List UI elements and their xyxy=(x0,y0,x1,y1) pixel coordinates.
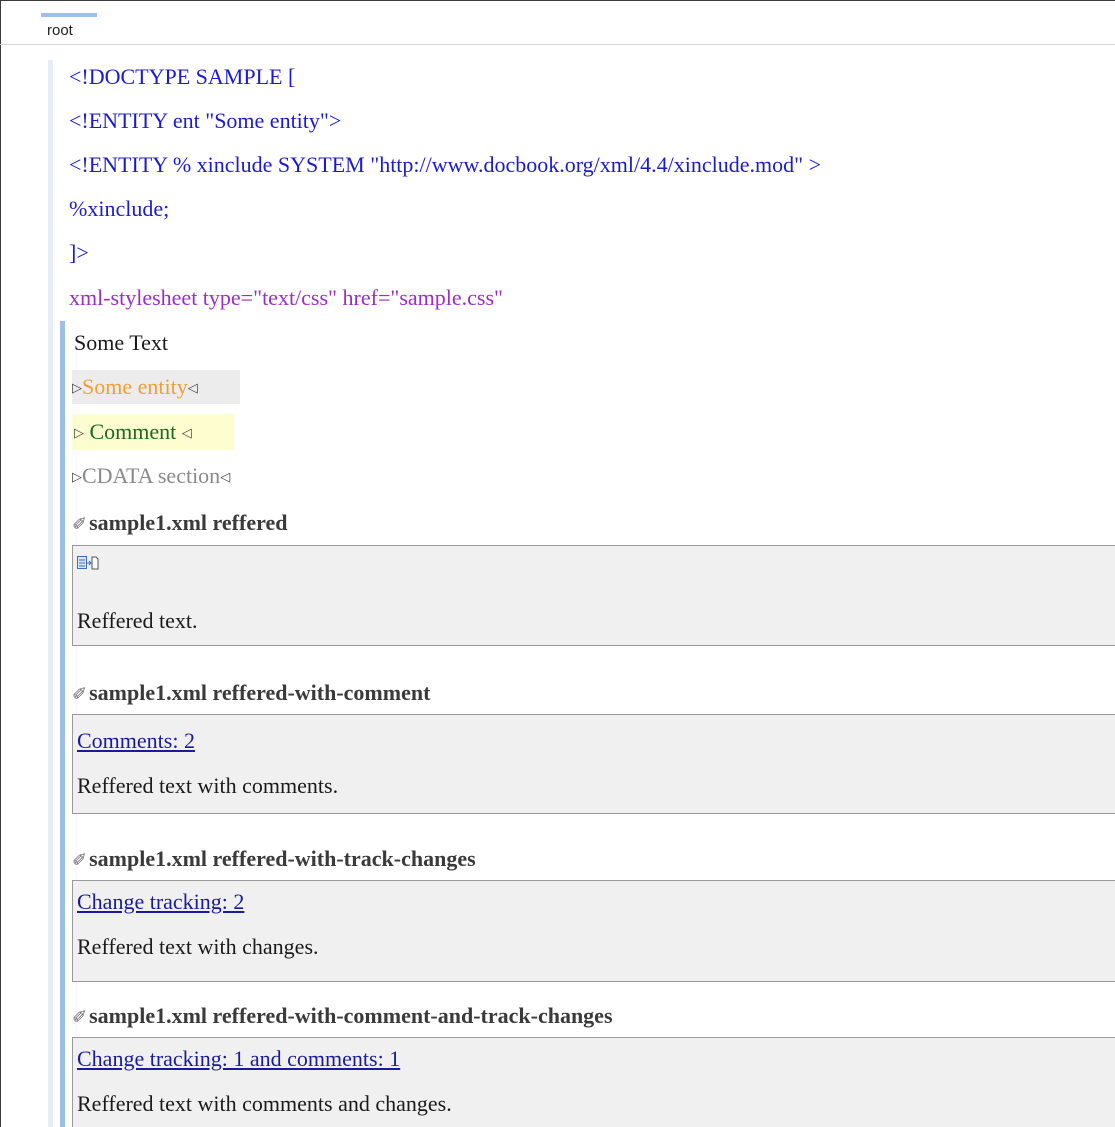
xinclude-content-box: Change tracking: 1 and comments: 1 Reffe… xyxy=(72,1037,1115,1127)
processing-instruction[interactable]: xml-stylesheet type="text/css" href="sam… xyxy=(69,285,503,311)
xinclude-text: Reffered text. xyxy=(77,608,198,633)
breadcrumb-divider xyxy=(0,44,1115,45)
entity-reference[interactable]: ▷Some entity◁ xyxy=(72,374,198,402)
right-triangle-icon[interactable]: ▷ xyxy=(72,470,82,485)
xinclude-title-label: sample1.xml reffered-with-comment-and-tr… xyxy=(89,1003,613,1028)
xinclude-title[interactable]: ✐sample1.xml reffered-with-comment xyxy=(72,680,430,706)
change-tracking-link[interactable]: Change tracking: 2 xyxy=(77,889,244,915)
doctype-line: <!ENTITY ent "Some entity"> xyxy=(69,108,342,133)
document-gutter[interactable] xyxy=(48,60,53,1127)
xinclude-content-box: Change tracking: 2 Reffered text with ch… xyxy=(72,880,1115,982)
xinclude-title-label: sample1.xml reffered-with-comment xyxy=(89,680,431,705)
comments-link[interactable]: Comments: 2 xyxy=(77,728,195,754)
paperclip-icon: ✐ xyxy=(72,514,88,535)
doctype-line: <!DOCTYPE SAMPLE [ xyxy=(69,64,296,89)
paperclip-icon: ✐ xyxy=(72,850,88,871)
xinclude-text: Reffered text with changes. xyxy=(77,934,319,959)
breadcrumb-root[interactable]: root xyxy=(47,22,73,39)
comment-label: Comment xyxy=(89,419,177,444)
right-triangle-icon[interactable]: ▷ xyxy=(72,381,82,396)
paperclip-icon: ✐ xyxy=(72,684,88,705)
xinclude-text: Reffered text with comments. xyxy=(77,773,339,798)
some-text[interactable]: Some Text xyxy=(74,330,168,356)
left-triangle-icon[interactable]: ◁ xyxy=(220,470,230,485)
change-tracking-link[interactable]: Change tracking: 1 and comments: 1 xyxy=(77,1046,400,1072)
root-element-gutter[interactable] xyxy=(60,321,65,1127)
left-triangle-icon[interactable]: ◁ xyxy=(188,381,198,396)
doctype-line: ]> xyxy=(69,240,89,265)
paperclip-icon: ✐ xyxy=(72,1007,88,1028)
cdata-node[interactable]: ▷CDATA section◁ xyxy=(72,463,230,491)
xinclude-title[interactable]: ✐sample1.xml reffered xyxy=(72,510,287,536)
xinclude-content-box: Reffered text. xyxy=(72,545,1115,646)
cdata-label: CDATA section xyxy=(82,463,221,488)
reference-icon[interactable] xyxy=(77,556,99,570)
xinclude-title[interactable]: ✐sample1.xml reffered-with-comment-and-t… xyxy=(72,1003,613,1029)
xinclude-content-box: Comments: 2 Reffered text with comments. xyxy=(72,714,1115,814)
doctype-line: <!ENTITY % xinclude SYSTEM "http://www.d… xyxy=(69,152,821,177)
doctype-line: %xinclude; xyxy=(69,196,170,221)
xinclude-title-label: sample1.xml reffered xyxy=(89,510,288,535)
root-tab-indicator xyxy=(41,13,97,17)
entity-label: Some entity xyxy=(82,374,188,399)
xinclude-text: Reffered text with comments and changes. xyxy=(77,1091,452,1116)
comment-node[interactable]: ▷ Comment ◁ xyxy=(74,419,192,447)
left-triangle-icon[interactable]: ◁ xyxy=(182,426,192,441)
xinclude-title[interactable]: ✐sample1.xml reffered-with-track-changes xyxy=(72,846,476,872)
xinclude-title-label: sample1.xml reffered-with-track-changes xyxy=(89,846,476,871)
right-triangle-icon[interactable]: ▷ xyxy=(74,426,84,441)
